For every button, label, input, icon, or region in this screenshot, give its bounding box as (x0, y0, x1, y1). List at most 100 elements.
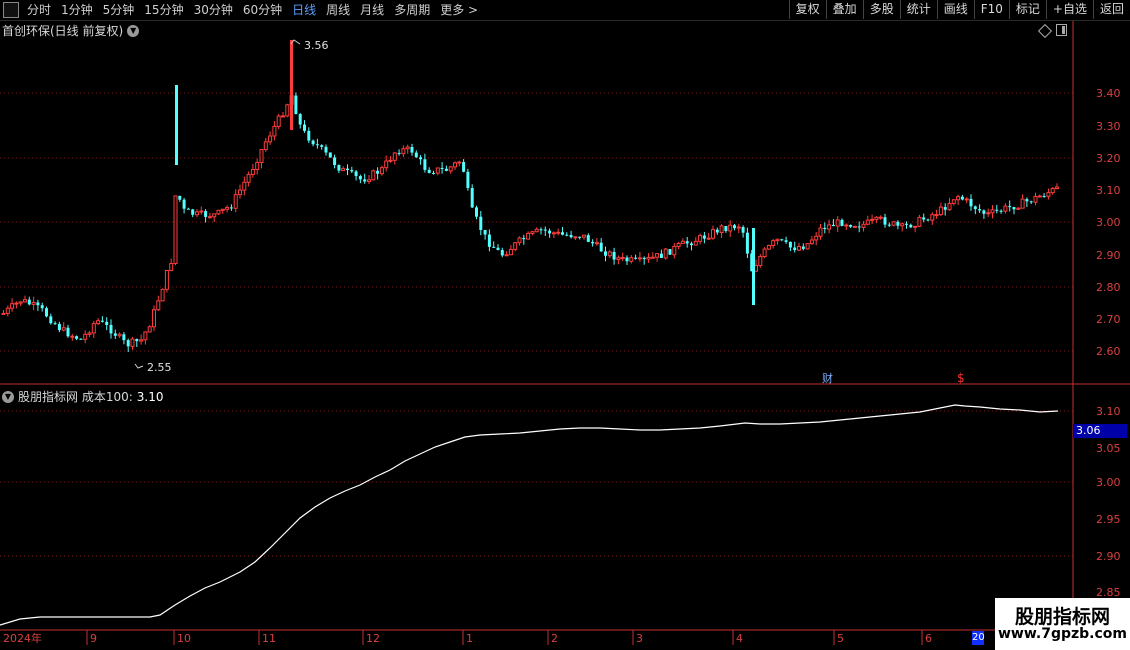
candle-body (496, 247, 500, 250)
candle-body (147, 326, 152, 333)
candle-body (204, 211, 208, 217)
candle-body (604, 251, 607, 256)
candle-body (397, 152, 401, 154)
candle-body (186, 208, 190, 210)
dividend-marker[interactable]: $ (957, 371, 965, 385)
candle-body (852, 225, 857, 228)
candle-body (427, 169, 431, 173)
candle-body (586, 235, 590, 242)
candle-body (788, 241, 792, 248)
candle-body (216, 209, 221, 215)
candle-body (500, 249, 504, 256)
indicator-value: 3.10 (136, 389, 164, 404)
indicator-tick: 3.10 (1096, 405, 1121, 418)
candle-body (508, 248, 513, 256)
cursor-date-indicator: 20 (972, 631, 985, 645)
candle-body (793, 247, 797, 251)
candle-body (685, 241, 689, 244)
candle-body (663, 248, 668, 259)
candle-body (354, 171, 358, 177)
candle-body (285, 104, 290, 117)
candle-body (225, 206, 230, 210)
candle-body (259, 149, 264, 164)
candle-body (401, 148, 406, 155)
indicator-title: ▼ 股朋指标网 成本100: 3.10 (2, 388, 163, 405)
candle-body (246, 173, 251, 183)
high-label: 3.56 (304, 39, 329, 52)
candle-body (40, 305, 44, 309)
candle-body (173, 195, 178, 265)
candle-body (435, 167, 440, 174)
candle-body (642, 257, 646, 260)
chart-canvas[interactable]: 3.40 3.30 3.20 3.10 3.00 2.90 2.80 2.70 … (0, 0, 1130, 650)
candle-body (900, 223, 905, 227)
candle-body (83, 333, 88, 340)
candle-body (530, 231, 535, 234)
candle-body (650, 256, 655, 259)
candle-body (70, 335, 75, 338)
candle-body (96, 320, 101, 325)
candle-body (75, 336, 79, 339)
candle-body (978, 209, 982, 211)
candle-body (771, 240, 776, 247)
candle-body (719, 225, 724, 233)
price-tick: 2.80 (1096, 281, 1121, 294)
indicator-tick: 3.05 (1096, 442, 1121, 455)
candle-body (865, 219, 870, 225)
candle-body (745, 232, 749, 254)
candle-body (23, 299, 27, 303)
cost-line (0, 404, 1059, 626)
candle-body (363, 179, 367, 182)
candle-body (1012, 207, 1016, 210)
candle-body (556, 231, 561, 234)
candle-body (242, 181, 247, 191)
candle-body (680, 240, 685, 244)
candle-body (741, 227, 745, 233)
candle-body (1003, 205, 1008, 212)
candle-body (453, 162, 457, 168)
candle-body (672, 245, 677, 256)
candle-body (333, 157, 337, 166)
candle-body (909, 224, 913, 228)
main-grid (0, 92, 1073, 557)
candle-body (973, 206, 977, 210)
candle-body (358, 176, 362, 180)
candle-body (160, 288, 165, 302)
diamond-icon[interactable] (1037, 23, 1053, 39)
candle-body (655, 253, 660, 258)
candle-body (599, 242, 603, 252)
price-tick: 3.00 (1096, 216, 1121, 229)
candle-body (728, 224, 733, 232)
candle-body (724, 225, 728, 231)
candle-body (1020, 198, 1025, 209)
chevron-down-icon[interactable]: ▼ (2, 390, 14, 403)
candle-body (758, 256, 763, 267)
candle-body (169, 263, 174, 271)
candle-body (152, 309, 156, 328)
candle-body (113, 333, 117, 336)
candle-body (711, 229, 715, 239)
candle-body (982, 210, 986, 214)
candle-body (195, 211, 199, 216)
candle-body (79, 338, 83, 340)
candle-body (379, 167, 384, 175)
candle-body (233, 194, 238, 209)
candle-body (634, 257, 638, 259)
financial-report-marker[interactable]: 财 (822, 371, 833, 385)
candle-body (784, 240, 788, 242)
candle-body (517, 237, 522, 244)
candle-body (45, 308, 48, 317)
candle-body (995, 209, 999, 211)
candle-body (388, 159, 393, 162)
chevron-down-icon[interactable]: ▼ (127, 24, 140, 37)
candle-body (255, 162, 260, 170)
candle-body (14, 302, 19, 305)
candle-body (87, 332, 92, 335)
candle-body (122, 334, 126, 341)
candle-body (175, 85, 178, 165)
candle-body (263, 141, 268, 151)
candle-body (311, 140, 315, 145)
candle-body (861, 223, 866, 228)
panel-toggle-icon[interactable] (1056, 24, 1067, 36)
candle-body (328, 152, 332, 158)
